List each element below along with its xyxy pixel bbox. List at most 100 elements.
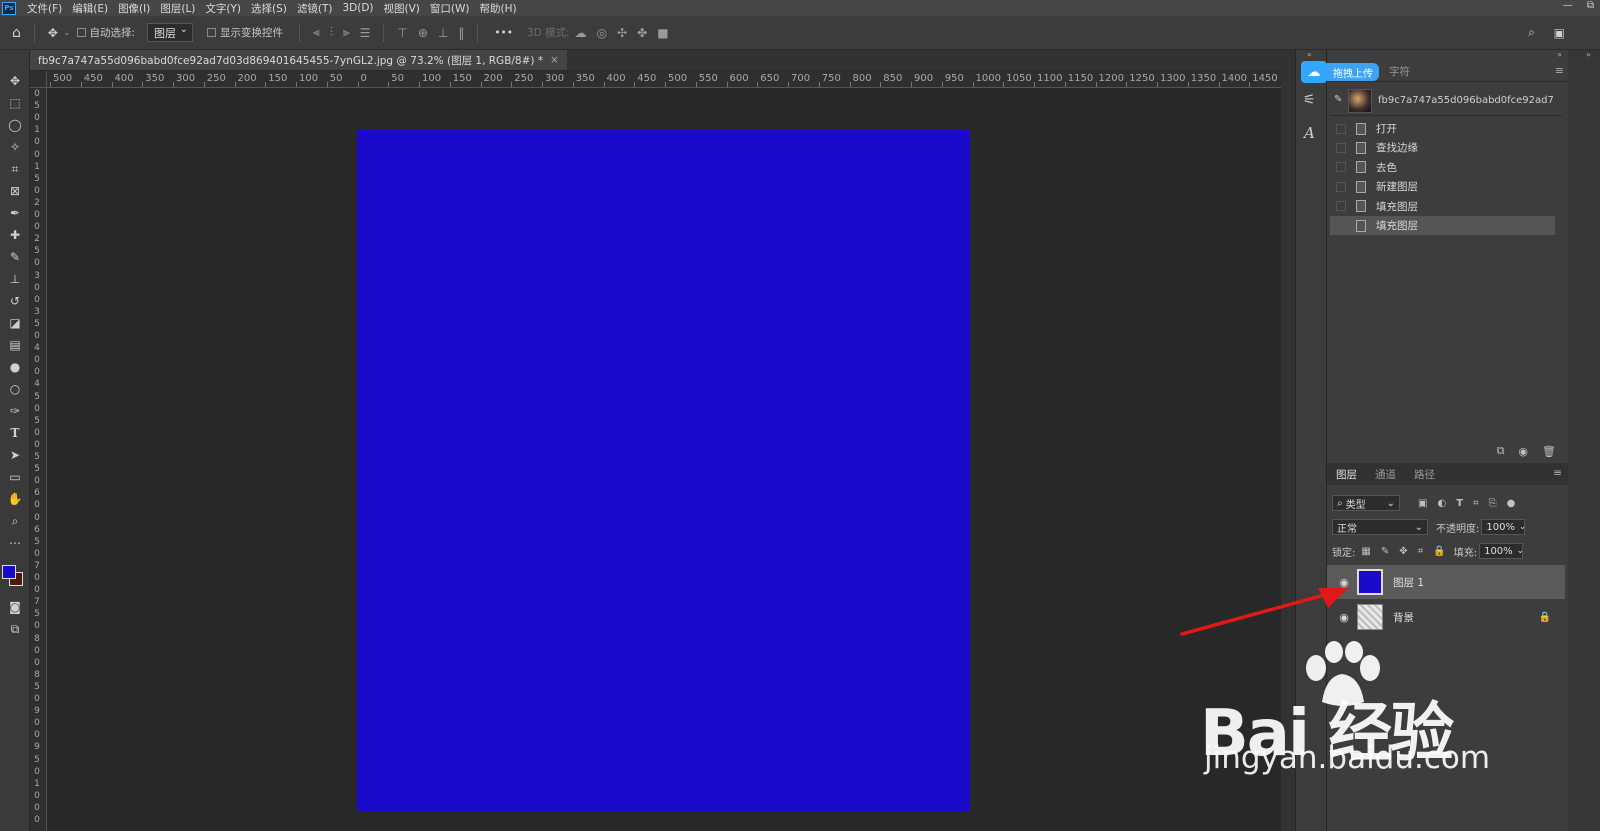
ruler-vertical[interactable]: 0501001502002503003504004505005506006507… bbox=[30, 88, 47, 831]
history-snapshot[interactable]: ✎ fb9c7a747a55d096babd0fce92ad7d03... bbox=[1330, 86, 1562, 116]
lock-all-icon[interactable]: 🔒 bbox=[1433, 546, 1445, 557]
pen-icon[interactable]: ✑ bbox=[5, 402, 25, 420]
menu-filter[interactable]: 滤镜(T) bbox=[292, 1, 338, 16]
align-right-icon[interactable]: ⫸ bbox=[343, 25, 350, 40]
3d-pan-icon[interactable]: ✣ bbox=[617, 26, 627, 40]
workspace-icon[interactable]: ▣ bbox=[1554, 26, 1565, 40]
menu-type[interactable]: 文字(Y) bbox=[200, 1, 246, 16]
auto-select-checkbox[interactable]: 自动选择: bbox=[76, 23, 135, 43]
vertical-scrollbar[interactable] bbox=[1281, 70, 1295, 831]
3d-orbit-icon[interactable]: ☁ bbox=[575, 26, 587, 40]
history-step[interactable]: 新建图层 bbox=[1330, 177, 1555, 196]
history-source-checkbox[interactable] bbox=[1336, 142, 1346, 153]
history-source-checkbox[interactable] bbox=[1336, 162, 1346, 173]
ruler-origin[interactable] bbox=[30, 71, 47, 88]
filter-toggle-icon[interactable]: ● bbox=[1507, 498, 1516, 509]
tab-layers[interactable]: 图层 bbox=[1327, 467, 1366, 482]
document-canvas[interactable] bbox=[357, 130, 970, 811]
magic-wand-icon[interactable]: ✧ bbox=[5, 138, 25, 156]
menu-help[interactable]: 帮助(H) bbox=[475, 1, 522, 16]
menu-window[interactable]: 窗口(W) bbox=[425, 1, 475, 16]
history-step[interactable]: 去色 bbox=[1330, 158, 1555, 177]
ruler-horizontal[interactable]: 500 450 400 350 300 250 200 150 100 50 0 50 100 150 20… bbox=[47, 71, 1281, 88]
more-options-button[interactable]: ••• bbox=[494, 23, 513, 43]
panel-menu-icon[interactable]: ≡ bbox=[1553, 467, 1562, 479]
show-transform-checkbox[interactable]: 显示变换控件 bbox=[207, 23, 283, 43]
filter-adjustment-icon[interactable]: ◐ bbox=[1437, 498, 1446, 509]
align-top-icon[interactable]: ⊤ bbox=[397, 26, 407, 40]
align-left-icon[interactable]: ⫷ bbox=[313, 25, 320, 40]
home-icon[interactable]: ⌂ bbox=[12, 25, 21, 41]
menu-layer[interactable]: 图层(L) bbox=[155, 1, 200, 16]
menu-3d[interactable]: 3D(D) bbox=[337, 2, 378, 14]
stamp-icon[interactable]: ⊥ bbox=[5, 270, 25, 288]
hand-icon[interactable]: ✋ bbox=[5, 490, 25, 508]
history-source-checkbox[interactable] bbox=[1336, 201, 1346, 212]
menu-view[interactable]: 视图(V) bbox=[379, 1, 425, 16]
menu-select[interactable]: 选择(S) bbox=[246, 1, 292, 16]
screen-mode-icon[interactable]: ⧉ bbox=[5, 620, 25, 638]
brush-icon[interactable]: ✎ bbox=[5, 248, 25, 266]
layer-row-background[interactable]: ◉ 背景 🔒 bbox=[1327, 600, 1565, 634]
document-tab[interactable]: fb9c7a747a55d096babd0fce92ad7d03d8694016… bbox=[30, 50, 567, 70]
menu-edit[interactable]: 编辑(E) bbox=[67, 1, 113, 16]
distribute-vertical-icon[interactable]: ‖ bbox=[458, 26, 464, 40]
3d-camera-icon[interactable]: ■ bbox=[657, 26, 668, 40]
collapse-icon[interactable]: « bbox=[1307, 50, 1312, 59]
gradient-icon[interactable]: ▤ bbox=[5, 336, 25, 354]
foreground-color-swatch[interactable] bbox=[2, 565, 16, 579]
move-tool-icon[interactable]: ✥ bbox=[48, 26, 58, 40]
filter-shape-icon[interactable]: ⌗ bbox=[1473, 498, 1479, 509]
history-brush-icon[interactable]: ↺ bbox=[5, 292, 25, 310]
character-icon[interactable]: A bbox=[1304, 124, 1315, 142]
align-bottom-icon[interactable]: ⊥ bbox=[438, 26, 448, 40]
frame-icon[interactable]: ⊠ bbox=[5, 182, 25, 200]
healing-brush-icon[interactable]: ✚ bbox=[5, 226, 25, 244]
align-center-icon[interactable]: ⫶ bbox=[330, 25, 333, 40]
opacity-input[interactable]: 100% ⌄ bbox=[1481, 519, 1526, 535]
lock-artboard-icon[interactable]: ⌗ bbox=[1418, 546, 1424, 557]
history-step[interactable]: 打开 bbox=[1330, 119, 1555, 138]
history-step[interactable]: 填充图层 bbox=[1330, 197, 1555, 216]
auto-select-dropdown[interactable]: 图层 bbox=[147, 23, 194, 42]
quick-mask-icon[interactable]: ◙ bbox=[5, 598, 25, 616]
lasso-icon[interactable]: ◯ bbox=[5, 116, 25, 134]
restore-icon[interactable]: ⧉ bbox=[1587, 0, 1594, 11]
filter-smart-object-icon[interactable]: ⎘ bbox=[1489, 498, 1497, 509]
blur-icon[interactable]: ● bbox=[5, 358, 25, 376]
filter-pixel-icon[interactable]: ▣ bbox=[1418, 498, 1427, 509]
history-source-checkbox[interactable] bbox=[1336, 181, 1346, 192]
new-document-from-state-icon[interactable]: ⧉ bbox=[1497, 444, 1505, 458]
filter-type-icon[interactable]: T bbox=[1456, 498, 1463, 509]
3d-roll-icon[interactable]: ◎ bbox=[597, 26, 607, 40]
fill-input[interactable]: 100% ⌄ bbox=[1479, 543, 1524, 559]
history-step[interactable]: 查找边缘 bbox=[1330, 138, 1555, 157]
tab-character[interactable]: 字符 bbox=[1389, 64, 1410, 79]
zoom-icon[interactable]: ⌕ bbox=[5, 512, 25, 530]
3d-slide-icon[interactable]: ✤ bbox=[637, 26, 647, 40]
history-step[interactable]: 填充图层 bbox=[1330, 216, 1555, 235]
marquee-icon[interactable]: ⬚ bbox=[5, 94, 25, 112]
path-select-icon[interactable]: ➤ bbox=[5, 446, 25, 464]
align-middle-icon[interactable]: ⊕ bbox=[418, 26, 428, 40]
menu-image[interactable]: 图像(I) bbox=[113, 1, 155, 16]
collapse-icon[interactable]: » bbox=[1557, 50, 1562, 59]
menu-file[interactable]: 文件(F) bbox=[22, 1, 67, 16]
move-icon[interactable]: ✥ bbox=[5, 72, 25, 90]
minimize-icon[interactable]: — bbox=[1563, 0, 1573, 11]
crop-icon[interactable]: ⌗ bbox=[5, 160, 25, 178]
type-icon[interactable]: T bbox=[5, 424, 25, 442]
drag-upload-button[interactable]: ☁ 拖拽上传 bbox=[1301, 59, 1387, 85]
lock-position-icon[interactable]: ✥ bbox=[1399, 546, 1407, 557]
eyedropper-icon[interactable]: ✒ bbox=[5, 204, 25, 222]
dodge-icon[interactable]: ○ bbox=[5, 380, 25, 398]
lock-image-icon[interactable]: ✎ bbox=[1381, 546, 1389, 557]
history-source-checkbox[interactable] bbox=[1336, 123, 1346, 134]
filter-kind-dropdown[interactable]: ⌕ 类型 ⌄ bbox=[1332, 495, 1400, 511]
more-tools-icon[interactable]: ⋯ bbox=[5, 534, 25, 552]
adjustments-icon[interactable]: ⚟ bbox=[1303, 92, 1316, 108]
blend-mode-dropdown[interactable]: 正常 ⌄ bbox=[1332, 519, 1428, 535]
rectangle-icon[interactable]: ▭ bbox=[5, 468, 25, 486]
history-brush-source-icon[interactable]: ✎ bbox=[1334, 94, 1342, 105]
tab-paths[interactable]: 路径 bbox=[1405, 467, 1444, 482]
